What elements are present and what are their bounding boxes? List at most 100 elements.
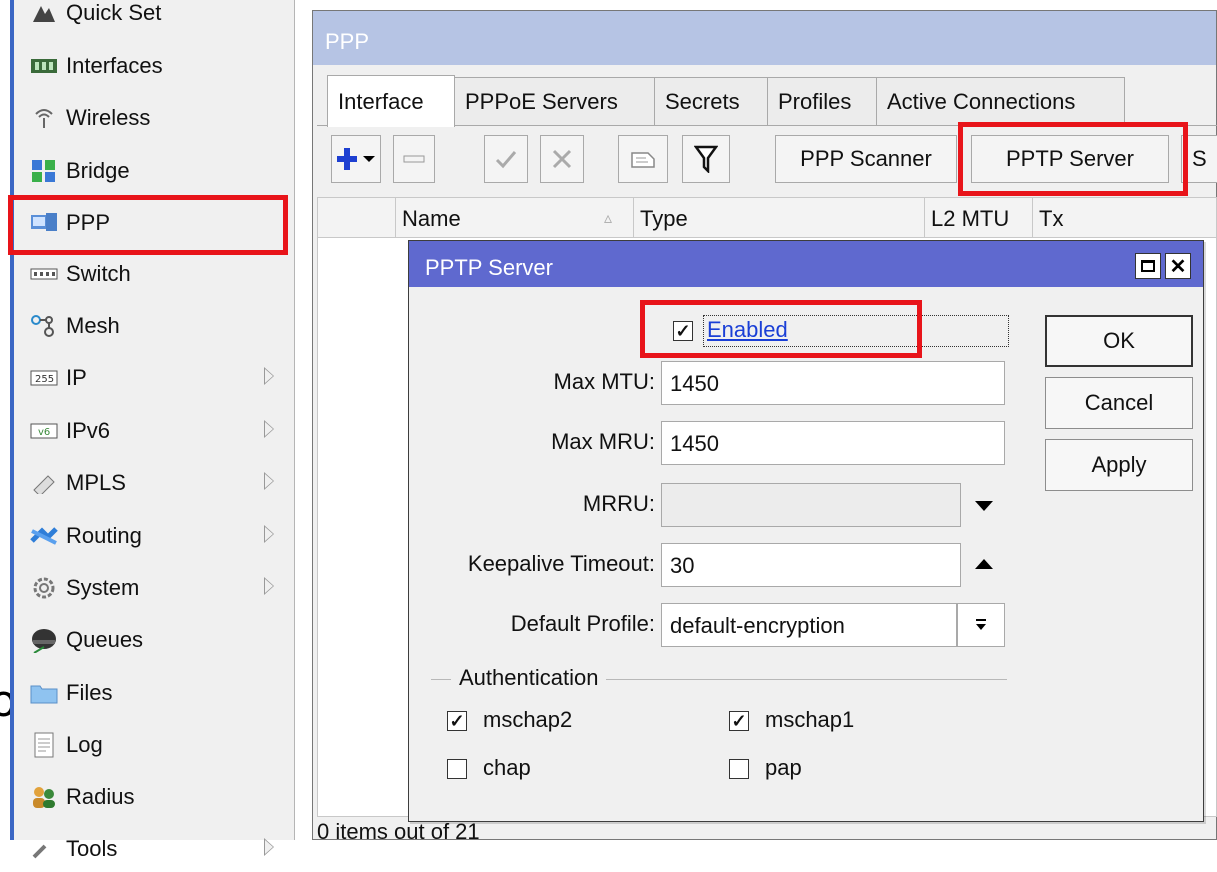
sidebar-item-ip[interactable]: 255 IP xyxy=(18,355,293,401)
sidebar-item-wireless[interactable]: Wireless xyxy=(18,95,293,141)
max-mtu-input[interactable]: 1450 xyxy=(661,361,1005,405)
mpls-icon xyxy=(30,471,58,495)
column-name[interactable]: Name ▵ xyxy=(396,198,634,238)
cancel-button[interactable]: Cancel xyxy=(1045,377,1193,429)
tab-profiles[interactable]: Profiles xyxy=(767,77,877,125)
sidebar-item-label: Mesh xyxy=(66,313,120,338)
sidebar-item-label: Bridge xyxy=(66,158,130,183)
cross-icon xyxy=(552,149,572,169)
sidebar-item-label: Files xyxy=(66,680,113,705)
table-header: Name ▵ Type L2 MTU Tx xyxy=(318,198,1216,238)
sort-asc-icon: ▵ xyxy=(604,210,613,227)
sidebar-item-label: IPv6 xyxy=(66,418,111,443)
maximize-icon[interactable] xyxy=(1135,253,1161,279)
enable-button[interactable] xyxy=(484,135,528,183)
add-plus-icon xyxy=(337,148,375,170)
enabled-label[interactable]: Enabled xyxy=(707,317,788,343)
sidebar-item-label: Switch xyxy=(66,261,131,286)
sidebar-item-bridge[interactable]: Bridge xyxy=(18,148,293,194)
pptp-server-dialog: PPTP Server ✕ ✓ Enabled Max MTU: 1450 Ma… xyxy=(408,240,1204,822)
column-name-label: Name xyxy=(402,206,461,231)
radius-users-icon xyxy=(30,785,58,809)
switch-icon xyxy=(30,262,58,286)
mschap2-label[interactable]: mschap2 xyxy=(483,707,572,733)
dialog-title[interactable]: PPTP Server xyxy=(409,241,1203,287)
keepalive-collapse-icon[interactable] xyxy=(975,559,993,569)
sidebar-item-tools[interactable]: Tools xyxy=(18,826,293,872)
mschap1-label[interactable]: mschap1 xyxy=(765,707,854,733)
sidebar-item-quick-set[interactable]: Quick Set xyxy=(18,0,293,36)
sidebar-item-label: Queues xyxy=(66,627,144,652)
tab-secrets[interactable]: Secrets xyxy=(654,77,768,125)
tools-icon xyxy=(30,837,58,861)
svg-text:255: 255 xyxy=(35,374,54,385)
submenu-arrow-icon xyxy=(264,577,274,595)
chap-label[interactable]: chap xyxy=(483,755,531,781)
submenu-arrow-icon xyxy=(264,420,274,438)
enabled-checkbox[interactable]: ✓ xyxy=(673,321,693,341)
sidebar-item-switch[interactable]: Switch xyxy=(18,251,293,297)
disable-button[interactable] xyxy=(540,135,584,183)
close-icon[interactable]: ✕ xyxy=(1165,253,1191,279)
ppp-window-title[interactable]: PPP xyxy=(313,11,1216,65)
ppp-scanner-button[interactable]: PPP Scanner xyxy=(775,135,957,183)
column-l2-mtu[interactable]: L2 MTU xyxy=(925,198,1033,238)
default-profile-dropdown-button[interactable] xyxy=(957,603,1005,647)
filter-button[interactable] xyxy=(682,135,730,183)
queues-icon xyxy=(30,628,58,653)
max-mru-label: Max MRU: xyxy=(551,429,655,454)
sidebar-item-system[interactable]: System xyxy=(18,565,293,611)
tab-pppoe-servers[interactable]: PPPoE Servers xyxy=(454,77,655,125)
sidebar-item-label: System xyxy=(66,575,140,600)
apply-button[interactable]: Apply xyxy=(1045,439,1193,491)
pap-checkbox[interactable] xyxy=(729,759,749,779)
mschap2-checkbox[interactable]: ✓ xyxy=(447,711,467,731)
tab-interface[interactable]: Interface xyxy=(327,75,455,127)
mschap1-checkbox[interactable]: ✓ xyxy=(729,711,749,731)
mrru-expand-icon[interactable] xyxy=(975,501,993,511)
mrru-input[interactable] xyxy=(661,483,961,527)
comment-icon xyxy=(631,152,655,168)
max-mru-input[interactable]: 1450 xyxy=(661,421,1005,465)
ip-icon: 255 xyxy=(30,366,58,390)
add-button[interactable] xyxy=(331,135,381,183)
sidebar-item-radius[interactable]: Radius xyxy=(18,774,293,820)
remove-button[interactable] xyxy=(393,135,435,183)
svg-text:v6: v6 xyxy=(38,427,50,438)
sidebar-item-mpls[interactable]: MPLS xyxy=(18,460,293,506)
column-tx[interactable]: Tx xyxy=(1033,198,1217,238)
column-flags[interactable] xyxy=(318,198,396,238)
comment-button[interactable] xyxy=(618,135,668,183)
ok-button[interactable]: OK xyxy=(1045,315,1193,367)
check-icon xyxy=(495,151,517,169)
ipv6-icon: v6 xyxy=(30,419,58,443)
chap-checkbox[interactable] xyxy=(447,759,467,779)
tab-active-connections[interactable]: Active Connections xyxy=(876,77,1125,125)
sidebar-item-ppp[interactable]: PPP xyxy=(18,200,293,246)
sidebar-item-label: PPP xyxy=(66,210,111,235)
sidebar-item-label: Quick Set xyxy=(66,0,162,25)
bridge-icon xyxy=(30,159,58,183)
routing-icon xyxy=(30,524,58,548)
sidebar-item-routing[interactable]: Routing xyxy=(18,513,293,559)
default-profile-select[interactable]: default-encryption xyxy=(661,603,957,647)
sidebar-item-ipv6[interactable]: v6 IPv6 xyxy=(18,408,293,454)
column-type[interactable]: Type xyxy=(634,198,925,238)
sidebar-item-queues[interactable]: Queues xyxy=(18,617,293,663)
sidebar-item-log[interactable]: Log xyxy=(18,722,293,768)
log-icon xyxy=(30,732,58,758)
pap-label[interactable]: pap xyxy=(765,755,802,781)
dropdown-arrow-icon xyxy=(976,619,986,630)
folder-icon xyxy=(30,681,58,705)
mesh-icon xyxy=(30,314,58,338)
pptp-server-button[interactable]: PPTP Server xyxy=(971,135,1169,183)
sidebar-item-files[interactable]: Files xyxy=(18,670,293,716)
sidebar-item-mesh[interactable]: Mesh xyxy=(18,303,293,349)
submenu-arrow-icon xyxy=(264,838,274,856)
max-mtu-label: Max MTU: xyxy=(553,369,655,394)
keepalive-timeout-input[interactable]: 30 xyxy=(661,543,961,587)
sidebar-item-interfaces[interactable]: Interfaces xyxy=(18,43,293,89)
sstp-server-button[interactable]: S xyxy=(1181,135,1217,183)
keepalive-timeout-label: Keepalive Timeout: xyxy=(467,551,655,576)
interfaces-icon xyxy=(30,54,58,78)
